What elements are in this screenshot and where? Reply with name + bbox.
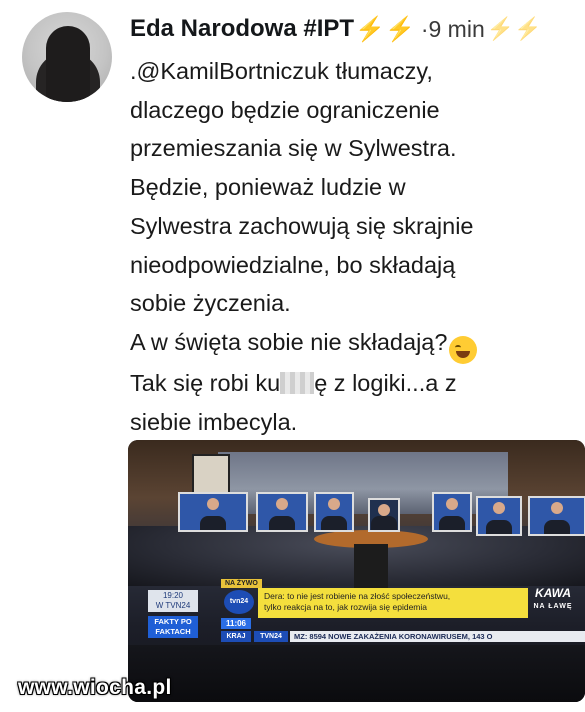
channel-tag: TVN24 (254, 631, 288, 642)
tweet-line: siebie imbecyla. (130, 408, 298, 435)
avatar-hair-front (46, 26, 90, 102)
host (368, 498, 400, 532)
clock: 11:06 (221, 618, 251, 629)
headline-bar: Dera: to nie jest robienie na złość społ… (258, 588, 528, 618)
show-title: KAWA (535, 586, 571, 600)
section-badge: KRAJ (221, 631, 251, 642)
tweet-header: Eda Narodowa #IPT ⚡⚡ ·9 min ⚡⚡ (130, 12, 585, 46)
guest-screen (528, 496, 585, 536)
guest-screen (178, 492, 248, 532)
show-subtitle: NA ŁAWĘ (533, 603, 573, 610)
tweet-line: sobie życzenia. (130, 290, 291, 317)
tvn24-logo: tvn24 (224, 590, 254, 614)
lightning-icon: ⚡⚡ (355, 15, 415, 43)
guest-screen (256, 492, 308, 532)
tweet-body: .@KamilBortniczuk tłumaczy, dlaczego będ… (130, 52, 580, 441)
channel-name: W TVN24 (155, 601, 191, 610)
tweet-media-image[interactable]: NA ŻYWO 19:20 W TVN24 FAKTY PO FAKTACH t… (128, 440, 585, 702)
tweet-line: Będzie, ponieważ ludzie w (130, 174, 406, 201)
author-name[interactable]: Eda Narodowa #IPT (130, 15, 354, 43)
headline-line: tylko reakcja na to, jak rozwija się epi… (264, 602, 427, 612)
guest-screen (314, 492, 354, 532)
guest-screen (476, 496, 522, 536)
studio-desk-base (354, 544, 388, 590)
tweet-line: dlaczego będzie ograniczenie (130, 96, 440, 123)
tv-bezel-bottom (128, 645, 585, 702)
show-logo: KAWA NA ŁAWĘ (523, 586, 583, 620)
tweet-time[interactable]: ·9 min (421, 16, 485, 43)
tweet-line: Sylwestra zachowują się skrajnie (130, 212, 474, 239)
channel-box: 19:20 W TVN24 (148, 590, 198, 612)
guest-screen (432, 492, 472, 532)
censor-blur (280, 371, 315, 394)
tweet-line-with-emoji: A w święta sobie nie składają?😂 (130, 323, 580, 364)
tweet-line: nieodpowiedzialne, bo składają (130, 251, 456, 278)
tweet-line: .@KamilBortniczuk tłumaczy, (130, 58, 433, 84)
tweet-line-text: ę z logiki...a z (314, 369, 457, 396)
tweet-line-text: Tak się robi ku (130, 369, 281, 396)
channel-time: 19:20 (162, 591, 184, 600)
watermark: www.wiocha.pl (18, 676, 172, 699)
lightning-faded-icon: ⚡⚡ (486, 16, 542, 41)
tweet-line-text: A w święta sobie nie składają? (130, 328, 448, 355)
laughing-tears-icon: 😂 (449, 335, 478, 364)
tweet-line: przemieszania się w Sylwestra. (130, 135, 457, 162)
headline-line: Dera: to nie jest robienie na złość społ… (264, 591, 451, 601)
avatar[interactable] (22, 12, 112, 102)
tweet-line-censored: Tak się robi ku ę z logiki...a z (130, 364, 580, 403)
live-badge: NA ŻYWO (221, 579, 262, 588)
news-ticker: MZ: 8594 NOWE ZAKAŻENIA KORONAWIRUSEM, 1… (290, 631, 585, 642)
fakty-badge: FAKTY PO FAKTACH (148, 616, 198, 638)
